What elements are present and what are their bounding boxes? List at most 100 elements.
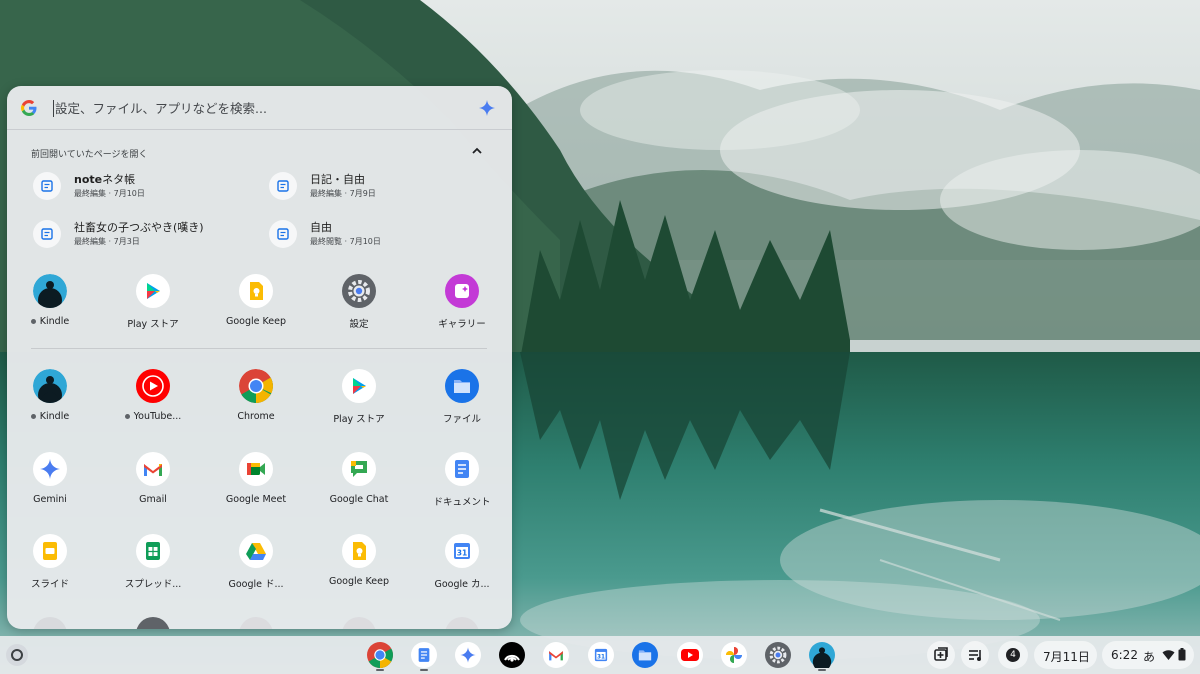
tray-date-button[interactable]: 7月11日 — [1034, 641, 1097, 669]
app-meet[interactable]: Google Meet — [206, 452, 306, 516]
drive-icon — [239, 534, 273, 568]
kindle-icon — [809, 642, 835, 668]
app-files[interactable]: ファイル — [412, 369, 512, 433]
running-dot-icon — [30, 414, 36, 419]
shelf: 31 4 7月11日 6:22 あ — [0, 636, 1200, 674]
recent-item[interactable]: 自由 最終閲覧 · 7月10日 — [269, 214, 489, 254]
shelf-docs[interactable] — [411, 642, 437, 668]
recent-item-title: 自由 — [310, 221, 332, 234]
app-label: ドキュメント — [433, 497, 491, 508]
shelf-youtube[interactable] — [677, 642, 703, 668]
google-g-icon — [21, 100, 37, 116]
app-label: YouTube... — [103, 411, 203, 422]
launcher-circle-icon — [11, 649, 23, 661]
kindle-icon — [33, 369, 67, 403]
app-keep[interactable]: Google Keep — [309, 534, 409, 598]
sheets-icon — [136, 534, 170, 568]
app-icon-partial[interactable] — [136, 617, 170, 629]
meet-icon — [239, 452, 273, 486]
document-icon — [33, 172, 61, 200]
tray-status-button[interactable]: 6:22 あ — [1102, 641, 1194, 669]
recent-item-title: 社畜女の子つぶやき(嘆き) — [74, 221, 204, 234]
section-divider — [31, 348, 487, 349]
suggested-app-gallery[interactable]: ギャラリー — [412, 274, 512, 338]
recent-item[interactable]: 日記・自由 最終編集 · 7月9日 — [269, 166, 489, 206]
recent-item-subtitle: 最終編集 · 7月3日 — [74, 237, 140, 246]
docs-icon — [418, 648, 430, 662]
app-icon-partial[interactable] — [239, 617, 273, 629]
shelf-podcast[interactable] — [499, 642, 525, 668]
app-drive[interactable]: Google ド... — [206, 534, 306, 598]
tray-time: 6:22 — [1111, 648, 1138, 662]
app-chat[interactable]: Google Chat — [309, 452, 409, 516]
app-gemini[interactable]: Gemini — [7, 452, 100, 516]
app-gmail[interactable]: Gmail — [103, 452, 203, 516]
app-chrome[interactable]: Chrome — [206, 369, 306, 433]
app-icon-partial[interactable] — [445, 617, 479, 629]
running-dot-icon — [124, 414, 130, 419]
app-icon-partial[interactable] — [342, 617, 376, 629]
tray-date: 7月11日 — [1043, 650, 1090, 664]
app-label: Gmail — [139, 494, 167, 505]
recent-item-title: 日記・自由 — [310, 173, 365, 186]
app-docs[interactable]: ドキュメント — [412, 452, 512, 516]
app-label: スライド — [30, 579, 69, 590]
app-label: Kindle — [7, 411, 100, 422]
app-youtube-music[interactable]: YouTube... — [103, 369, 203, 433]
tray-notifications-button[interactable]: 4 — [998, 641, 1028, 669]
app-sheets[interactable]: スプレッド... — [103, 534, 203, 598]
photos-icon — [726, 647, 742, 663]
suggested-app-play-store[interactable]: Play ストア — [103, 274, 203, 338]
shelf-files[interactable] — [632, 642, 658, 668]
app-label: Google Keep — [329, 576, 389, 587]
search-input[interactable] — [55, 96, 455, 120]
docs-icon — [445, 452, 479, 486]
podcast-icon — [504, 654, 520, 662]
svg-text:31: 31 — [597, 654, 605, 660]
shelf-gmail[interactable] — [543, 642, 569, 668]
recent-item[interactable]: 社畜女の子つぶやき(嘆き) 最終編集 · 7月3日 — [33, 214, 253, 254]
youtube-icon — [681, 649, 699, 661]
suggested-app-kindle[interactable]: Kindle — [7, 274, 100, 338]
app-label: ファイル — [442, 414, 481, 425]
gemini-icon — [460, 647, 476, 663]
notification-count-badge: 4 — [1006, 648, 1020, 662]
launcher-search-bar[interactable] — [7, 86, 512, 130]
app-label: Google カ... — [434, 579, 490, 590]
shelf-kindle[interactable] — [809, 642, 835, 668]
app-icon-partial[interactable] — [33, 617, 67, 629]
recent-item-subtitle: 最終編集 · 7月9日 — [310, 189, 376, 198]
document-icon — [269, 220, 297, 248]
app-slides[interactable]: スライド — [7, 534, 100, 598]
slides-icon — [33, 534, 67, 568]
gmail-icon — [136, 452, 170, 486]
shelf-calendar[interactable]: 31 — [588, 642, 614, 668]
launcher-button[interactable] — [6, 644, 28, 666]
suggested-app-settings[interactable]: 設定 — [309, 274, 409, 338]
shelf-photos[interactable] — [721, 642, 747, 668]
gallery-icon — [445, 274, 479, 308]
app-kindle[interactable]: Kindle — [7, 369, 100, 433]
app-label: ギャラリー — [438, 319, 486, 330]
kindle-icon — [33, 274, 67, 308]
app-label: Play ストア — [127, 319, 179, 330]
svg-text:31: 31 — [457, 549, 467, 558]
running-dot-icon — [30, 319, 36, 324]
suggested-app-keep[interactable]: Google Keep — [206, 274, 306, 338]
app-label: Chrome — [237, 411, 275, 422]
tray-media-button[interactable] — [961, 641, 989, 669]
gmail-icon — [549, 651, 563, 661]
recent-item[interactable]: noteネタ帳 最終編集 · 7月10日 — [33, 166, 253, 206]
app-calendar[interactable]: 31 Google カ... — [412, 534, 512, 598]
app-label: Gemini — [33, 494, 67, 505]
gemini-spark-icon[interactable] — [479, 100, 495, 116]
app-label: Google ド... — [228, 579, 284, 590]
shelf-chrome[interactable] — [367, 642, 393, 668]
tray-capture-button[interactable] — [927, 641, 955, 669]
chevron-up-icon[interactable] — [470, 144, 484, 158]
shelf-gemini[interactable] — [455, 642, 481, 668]
document-icon — [269, 172, 297, 200]
chrome-icon — [367, 642, 393, 668]
shelf-settings[interactable] — [765, 642, 791, 668]
app-play-store[interactable]: Play ストア — [309, 369, 409, 433]
